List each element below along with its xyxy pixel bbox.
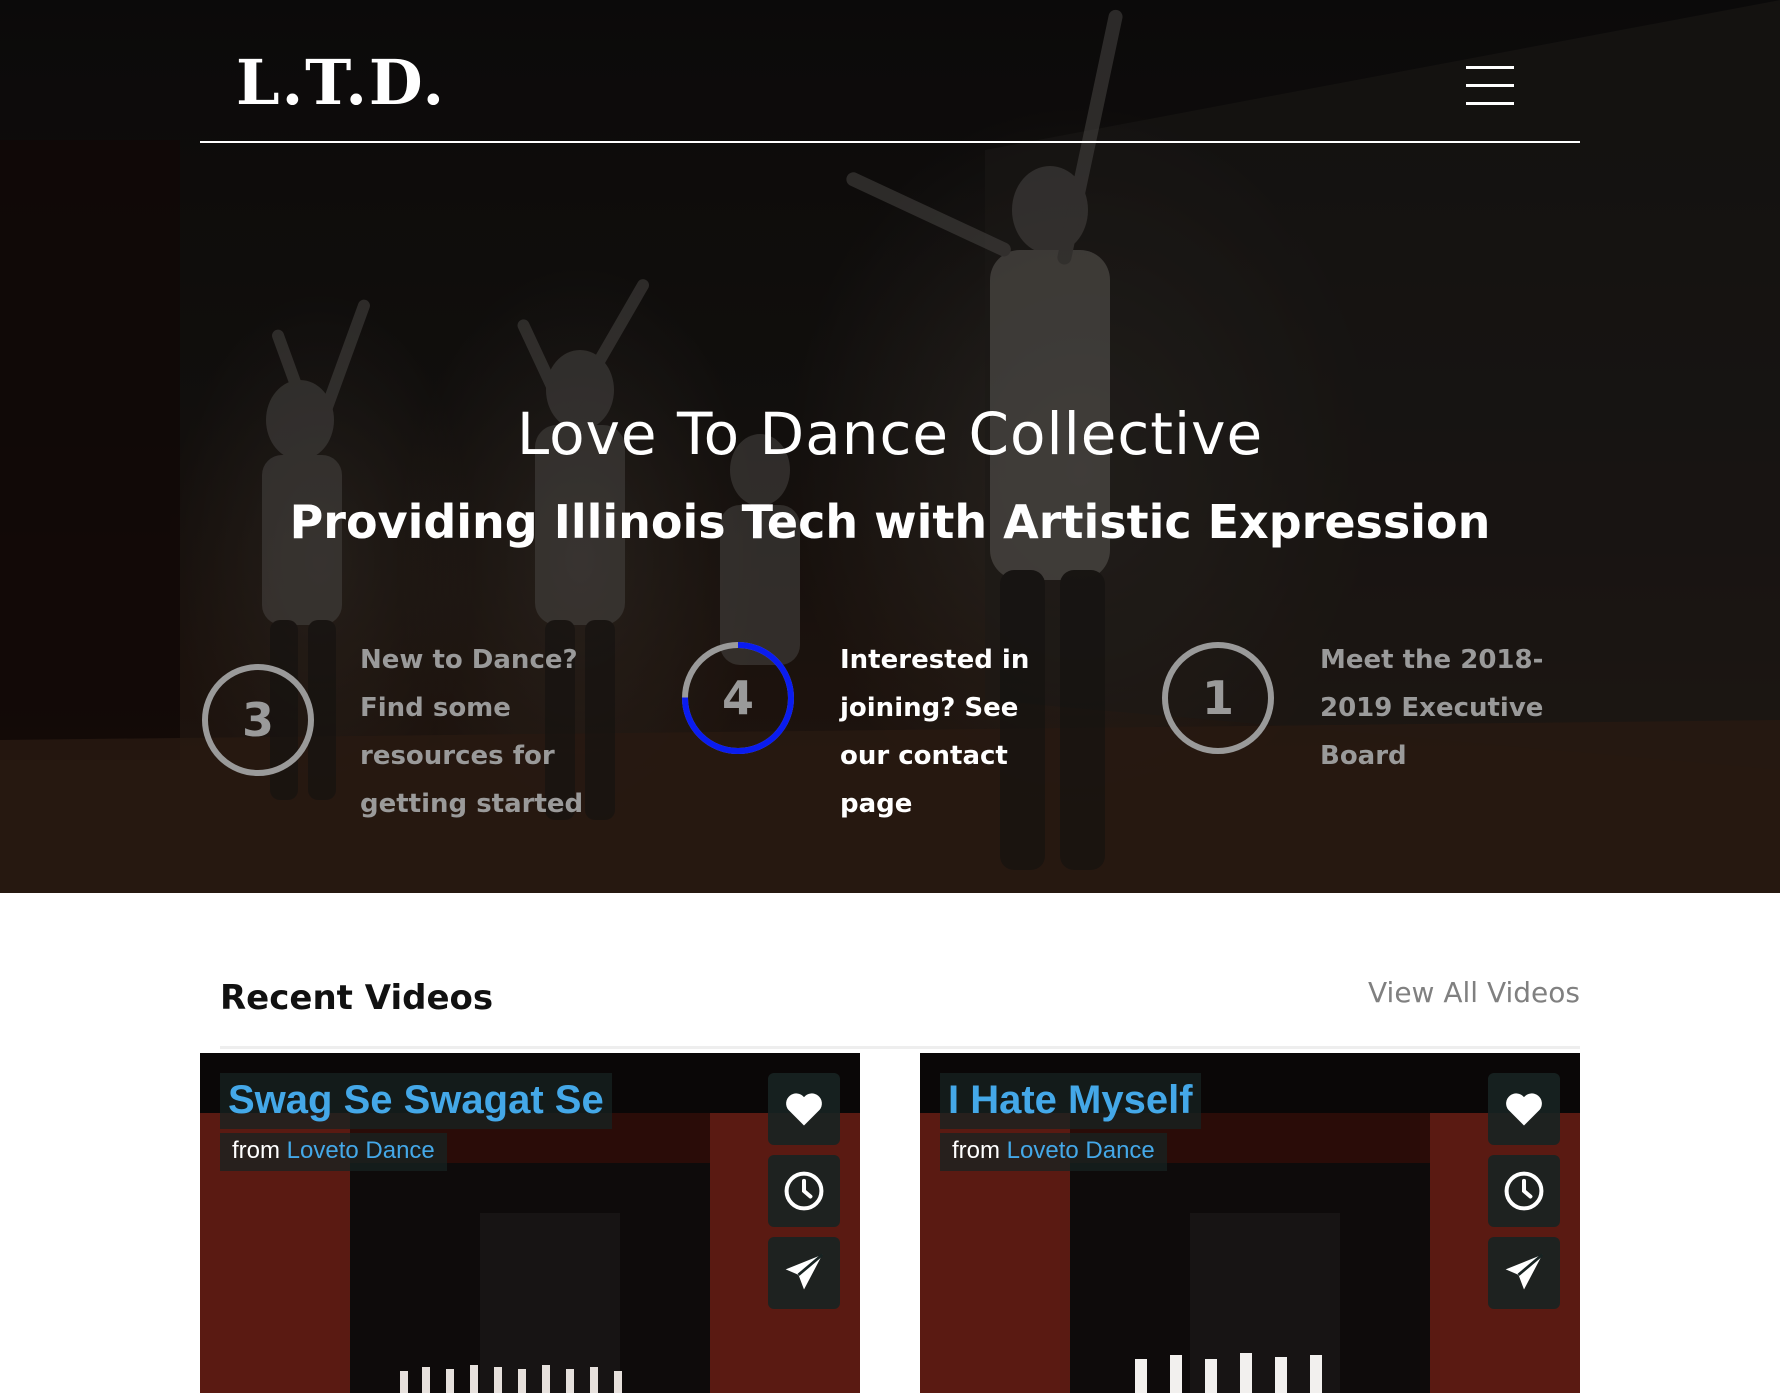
hero-title: Love To Dance Collective xyxy=(516,400,1264,468)
like-button[interactable] xyxy=(1488,1073,1560,1145)
clock-icon xyxy=(1504,1171,1544,1211)
feature-number-ring: 4 xyxy=(680,640,796,756)
paper-plane-icon xyxy=(1505,1253,1544,1290)
watch-later-button[interactable] xyxy=(768,1155,840,1227)
feature-text[interactable]: New to Dance? Find some resources for ge… xyxy=(360,636,590,828)
feature-executive-board[interactable]: 1 Meet the 2018-2019 Executive Board xyxy=(1160,640,1560,830)
hero-subtitle: Providing Illinois Tech with Artistic Ex… xyxy=(289,495,1491,549)
video-byline: from Loveto Dance xyxy=(220,1133,447,1171)
feature-join-contact[interactable]: 4 Interested in joining? See our contact… xyxy=(680,640,1080,830)
watch-later-button[interactable] xyxy=(1488,1155,1560,1227)
feature-text[interactable]: Interested in joining? See our contact p… xyxy=(840,636,1070,828)
byline-from: from xyxy=(232,1137,280,1164)
video-title[interactable]: I Hate Myself xyxy=(940,1073,1201,1129)
feature-number: 4 xyxy=(721,671,754,725)
clock-icon xyxy=(784,1171,824,1211)
top-navigation: L.T.D. xyxy=(200,0,1580,143)
feature-number: 1 xyxy=(1201,671,1234,725)
feature-text[interactable]: Meet the 2018-2019 Executive Board xyxy=(1320,636,1550,780)
view-all-videos-link[interactable]: View All Videos xyxy=(1368,976,1580,1009)
video-byline: from Loveto Dance xyxy=(940,1133,1167,1171)
channel-link[interactable]: Loveto Dance xyxy=(1007,1137,1155,1164)
feature-new-to-dance[interactable]: 3 New to Dance? Find some resources for … xyxy=(200,640,600,830)
share-button[interactable] xyxy=(1488,1237,1560,1309)
recent-videos-heading: Recent Videos xyxy=(220,978,494,1018)
heart-icon xyxy=(786,1093,822,1126)
site-logo[interactable]: L.T.D. xyxy=(236,52,446,114)
hero-section: L.T.D. Love To Dance Collective Providin… xyxy=(0,0,1780,893)
video-card[interactable]: I Hate Myself from Loveto Dance xyxy=(920,1053,1580,1393)
video-title[interactable]: Swag Se Swagat Se xyxy=(220,1073,612,1129)
share-button[interactable] xyxy=(768,1237,840,1309)
channel-link[interactable]: Loveto Dance xyxy=(287,1137,435,1164)
feature-number-ring: 3 xyxy=(200,662,316,778)
feature-number-ring: 1 xyxy=(1160,640,1276,756)
feature-number: 3 xyxy=(241,693,274,747)
byline-from: from xyxy=(952,1137,1000,1164)
section-divider xyxy=(220,1046,1580,1049)
hamburger-menu-icon[interactable] xyxy=(1466,66,1516,106)
paper-plane-icon xyxy=(785,1253,824,1290)
like-button[interactable] xyxy=(768,1073,840,1145)
video-card[interactable]: Swag Se Swagat Se from Loveto Dance xyxy=(200,1053,860,1393)
heart-icon xyxy=(1506,1093,1542,1126)
